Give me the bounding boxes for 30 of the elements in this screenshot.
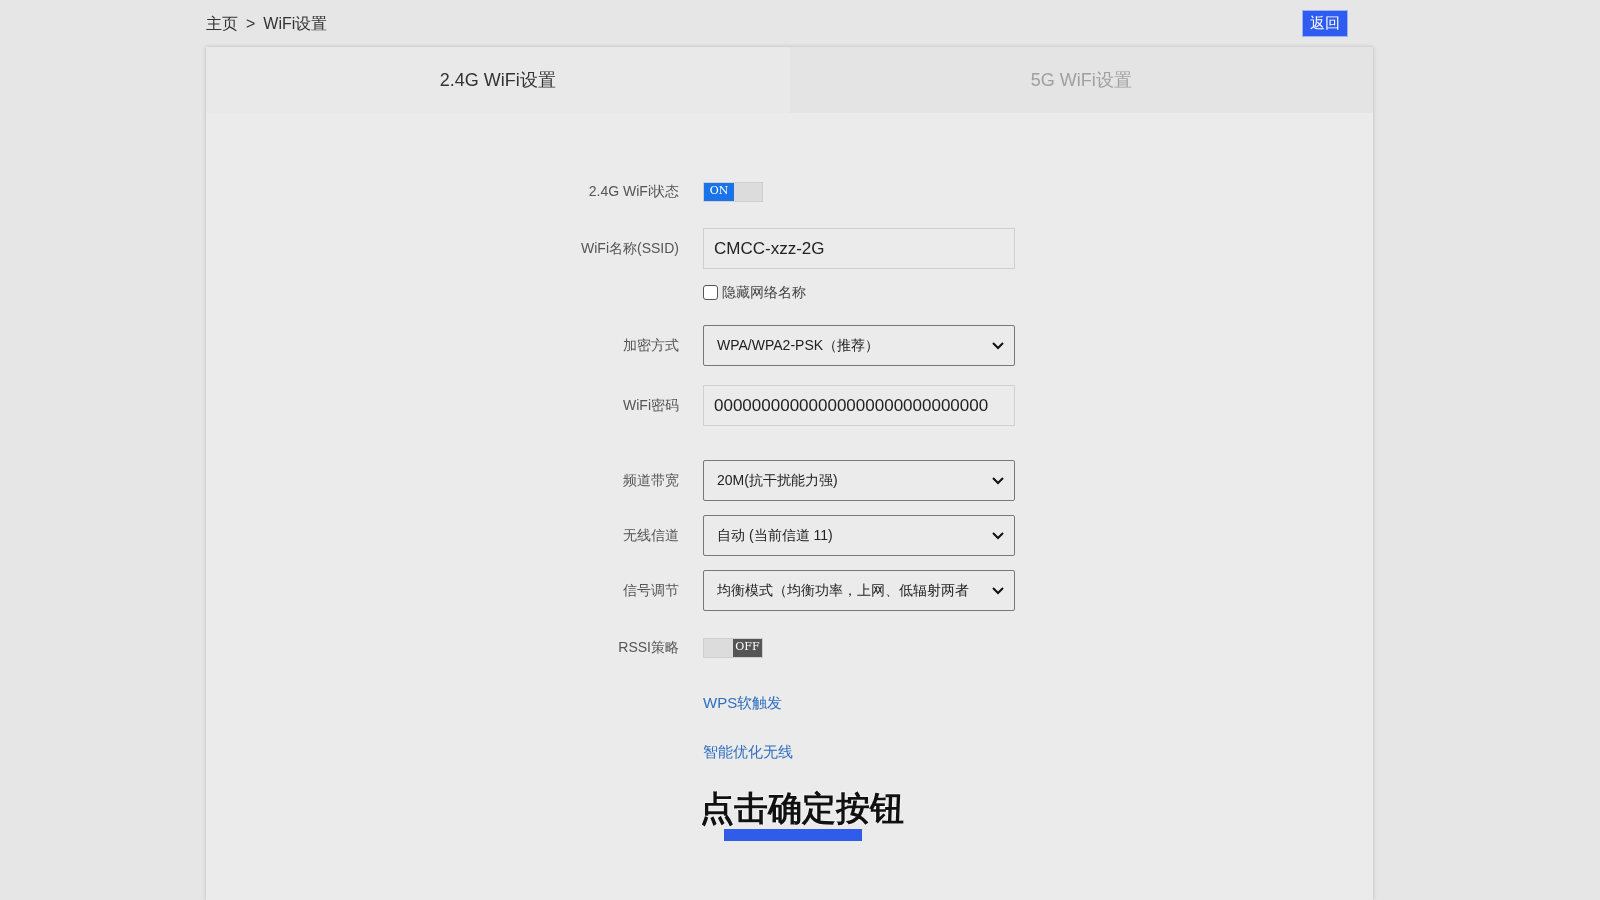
chevron-down-icon bbox=[992, 341, 1004, 350]
field-label: 无线信道 bbox=[623, 526, 679, 545]
field-label: RSSI策略 bbox=[618, 638, 679, 657]
back-button[interactable]: 返回 bbox=[1302, 10, 1348, 37]
field-label: 加密方式 bbox=[623, 336, 679, 355]
breadcrumb-current: WiFi设置 bbox=[263, 13, 328, 34]
field-label: WiFi名称(SSID) bbox=[581, 239, 679, 258]
chevron-down-icon bbox=[992, 531, 1004, 540]
toggle-switch[interactable]: OFF bbox=[703, 637, 763, 658]
field-label: 信号调节 bbox=[623, 581, 679, 600]
field-label: 2.4G WiFi状态 bbox=[588, 182, 679, 201]
text-field[interactable]: CMCC-xzz-2G bbox=[703, 228, 1015, 269]
select-field[interactable]: 20M(抗干扰能力强) bbox=[703, 460, 1015, 501]
link[interactable]: 智能优化无线 bbox=[703, 740, 793, 763]
field-label: WiFi密码 bbox=[623, 396, 679, 415]
link[interactable]: WPS软触发 bbox=[703, 692, 783, 715]
breadcrumb-link[interactable]: 主页 bbox=[206, 11, 238, 36]
field-label: 频道带宽 bbox=[623, 471, 679, 490]
checkbox[interactable] bbox=[703, 285, 718, 300]
select-field[interactable]: 均衡模式（均衡功率，上网、低辐射两者 bbox=[703, 570, 1015, 611]
video-caption: 点击确定按钮 bbox=[700, 789, 904, 827]
checkbox-label: 隐藏网络名称 bbox=[722, 283, 806, 302]
select-field[interactable]: 自动 (当前信道 11) bbox=[703, 515, 1015, 556]
chevron-down-icon bbox=[992, 476, 1004, 485]
breadcrumb-separator: > bbox=[246, 13, 256, 34]
chevron-down-icon bbox=[992, 586, 1004, 595]
select-field[interactable]: WPA/WPA2-PSK（推荐） bbox=[703, 325, 1015, 366]
text-field[interactable]: 00000000000000000000000000000 bbox=[703, 385, 1015, 426]
toggle-switch[interactable]: ON bbox=[703, 181, 763, 202]
tab[interactable]: 2.4G WiFi设置 bbox=[206, 47, 790, 113]
